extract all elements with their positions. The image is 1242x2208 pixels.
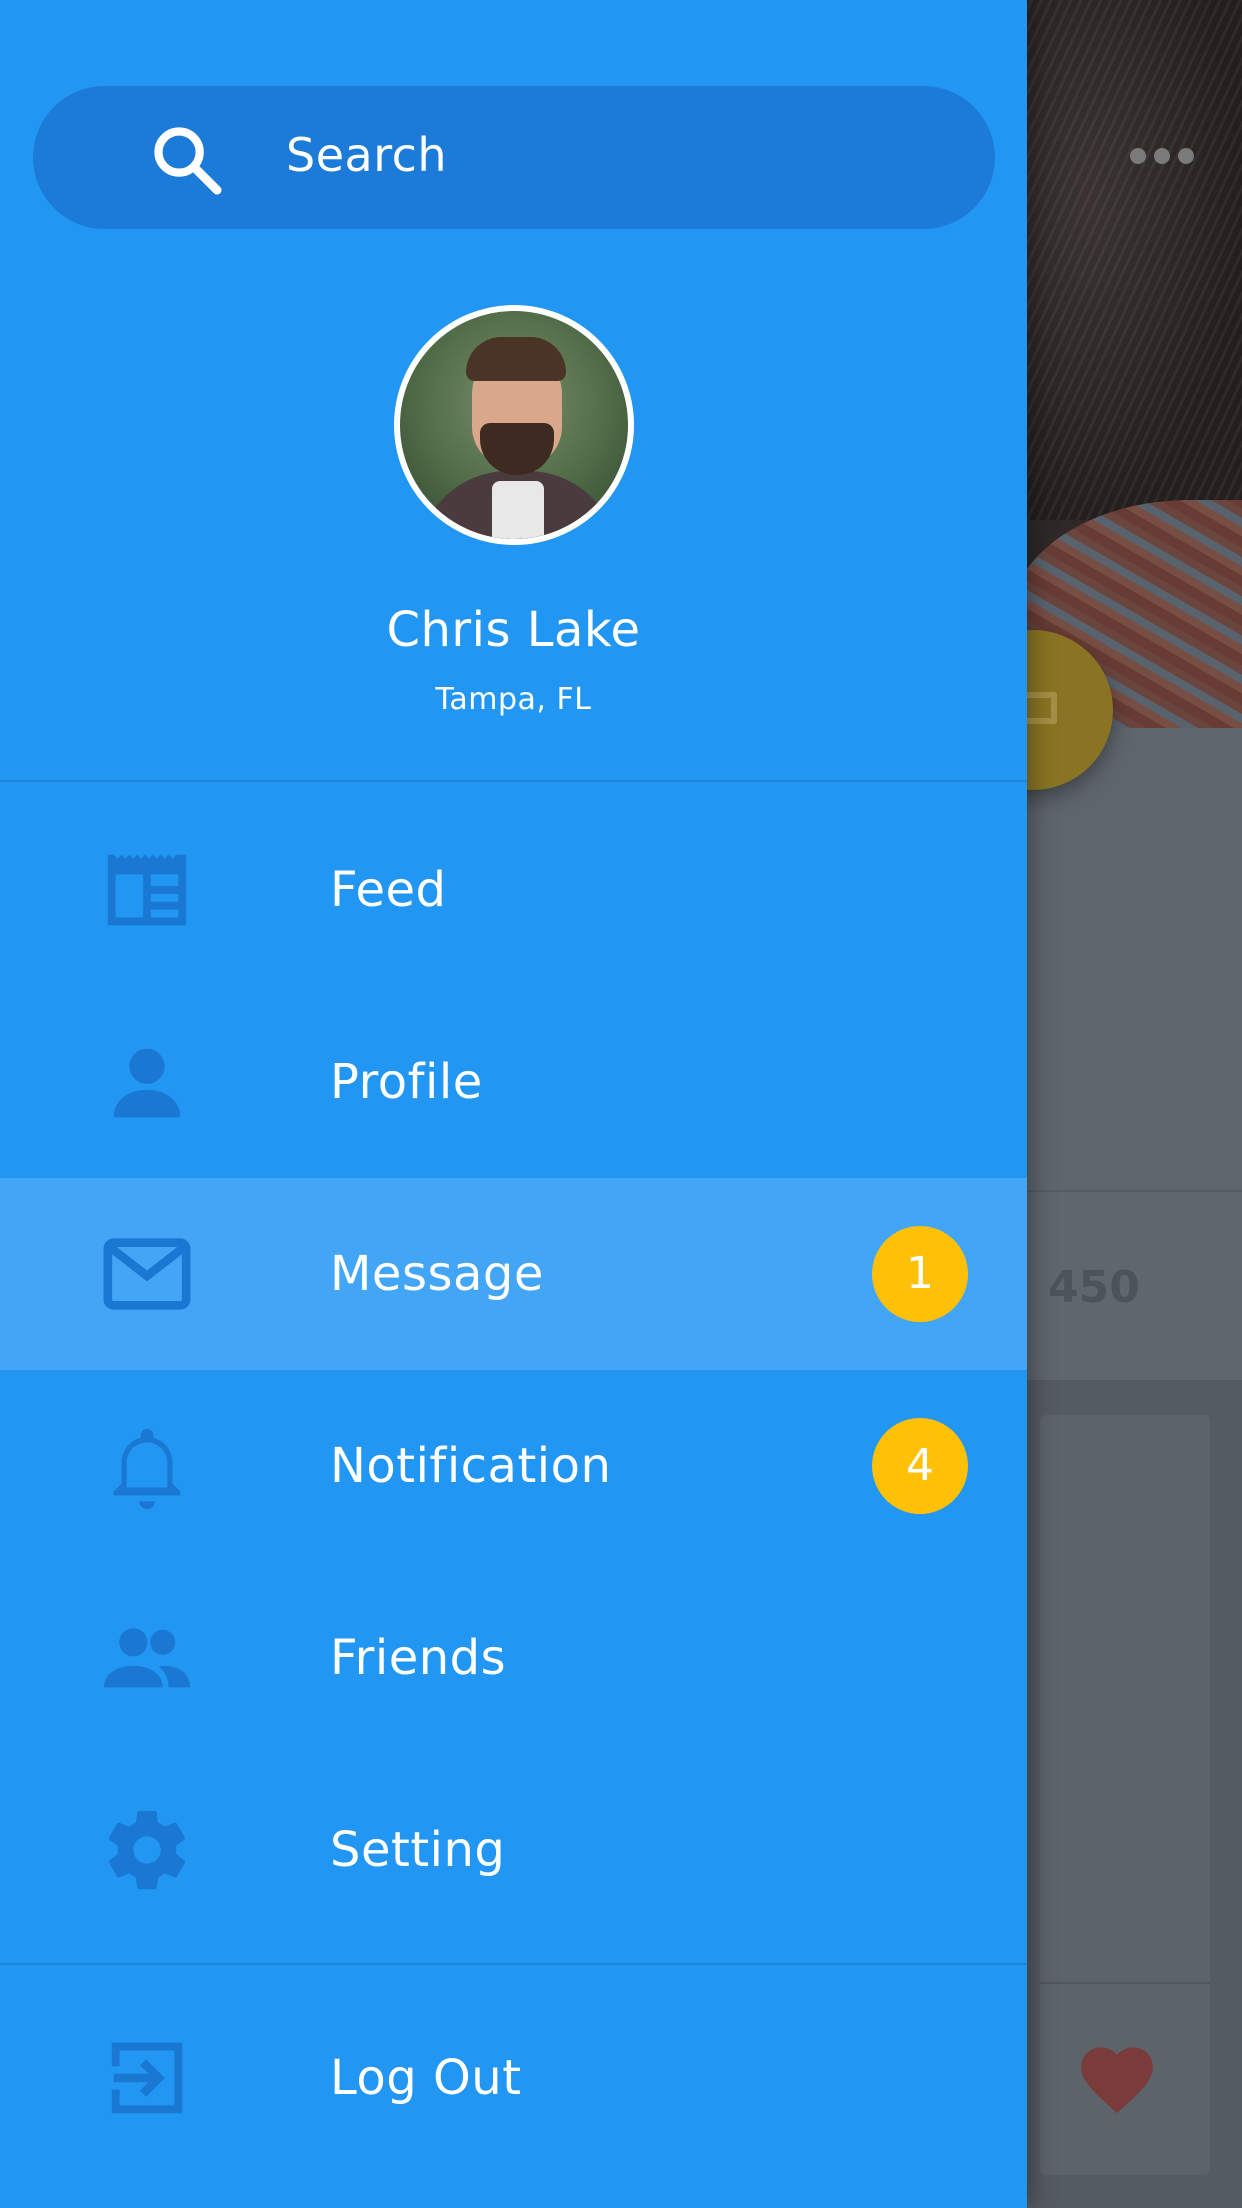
- menu-item-label: Profile: [330, 1054, 483, 1110]
- avatar[interactable]: [394, 305, 634, 545]
- profile-name: Chris Lake: [386, 602, 641, 658]
- menu-item-label: Friends: [330, 1630, 507, 1686]
- unread-badge: 1: [872, 1226, 968, 1322]
- person-icon: [113, 1048, 181, 1118]
- menu-item-label: Message: [330, 1246, 544, 1302]
- menu-item-setting[interactable]: Setting: [0, 1754, 1027, 1946]
- menu-item-message[interactable]: Message 1: [0, 1178, 1027, 1370]
- background-stat: 450: [1048, 1262, 1140, 1313]
- background-card: [1012, 728, 1242, 1188]
- divider: [0, 780, 1027, 782]
- gear-icon: [108, 1810, 186, 1890]
- bell-icon: [113, 1428, 181, 1510]
- mail-icon: [103, 1238, 191, 1310]
- menu-item-label: Setting: [330, 1822, 506, 1878]
- heart-icon[interactable]: [1074, 2036, 1160, 2116]
- navigation-drawer: Search Chris Lake Tampa, FL Feed Profile…: [0, 0, 1027, 2208]
- profile-location: Tampa, FL: [435, 682, 592, 717]
- more-options-icon[interactable]: [1130, 148, 1194, 164]
- notification-badge: 4: [872, 1418, 968, 1514]
- menu-item-notification[interactable]: Notification 4: [0, 1370, 1027, 1562]
- menu-item-label: Notification: [330, 1438, 612, 1494]
- search-icon: [154, 127, 222, 195]
- logout-icon: [107, 2042, 183, 2114]
- menu-item-label: Log Out: [330, 2050, 522, 2106]
- divider: [0, 1963, 1027, 1965]
- newspaper-icon: [107, 854, 187, 926]
- menu-item-label: Feed: [330, 862, 447, 918]
- menu-item-logout[interactable]: Log Out: [0, 1982, 1027, 2174]
- menu-item-profile[interactable]: Profile: [0, 986, 1027, 1178]
- menu-item-friends[interactable]: Friends: [0, 1562, 1027, 1754]
- search-bar[interactable]: Search: [33, 86, 995, 229]
- search-placeholder: Search: [286, 128, 448, 182]
- menu-item-feed[interactable]: Feed: [0, 794, 1027, 986]
- people-icon: [103, 1628, 191, 1688]
